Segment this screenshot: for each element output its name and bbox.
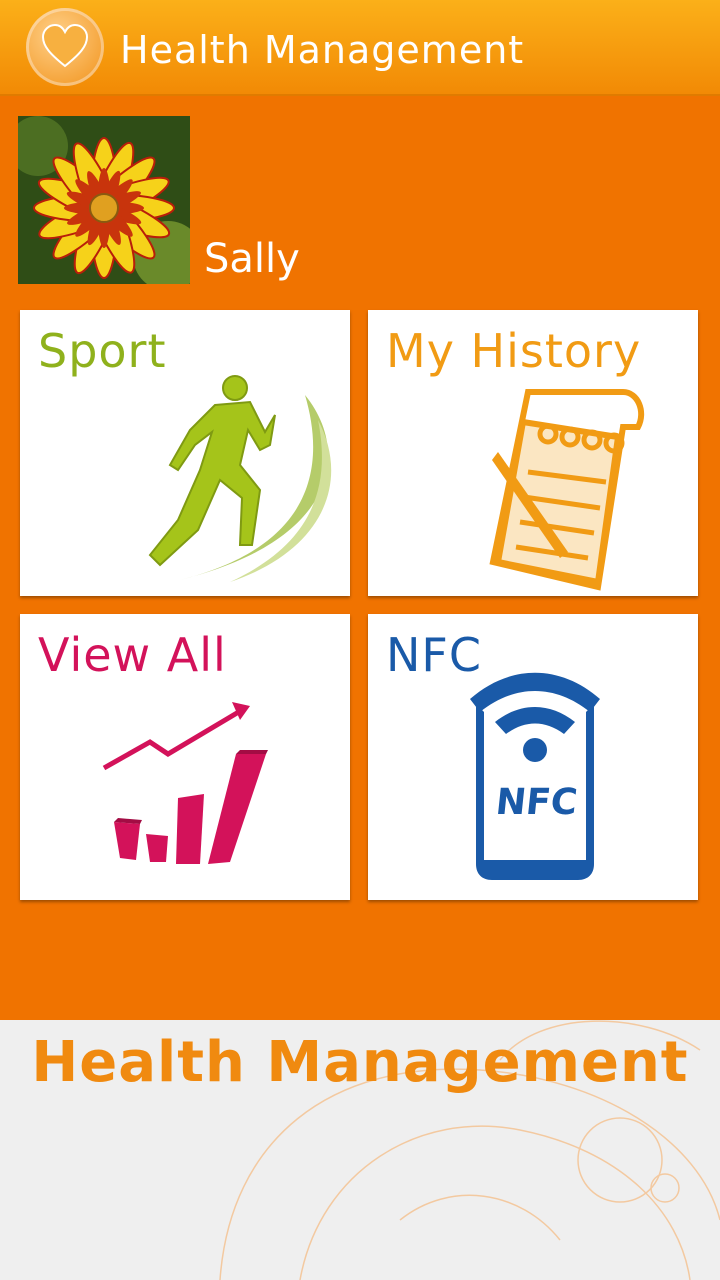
my-history-label: My History: [386, 324, 642, 378]
avatar[interactable]: [18, 116, 190, 284]
main-panel: Sally Sport My History View All NFC NFC: [0, 96, 720, 1020]
app-title: Health Management: [120, 28, 525, 72]
sport-tile[interactable]: Sport: [20, 310, 350, 596]
user-name: Sally: [204, 236, 300, 282]
bar-chart-icon: [102, 702, 268, 864]
runner-icon: [148, 375, 332, 582]
footer-banner: Health Management: [0, 1020, 720, 1280]
my-history-tile[interactable]: My History: [368, 310, 698, 596]
notepad-icon: [489, 389, 645, 591]
heart-icon[interactable]: [26, 8, 104, 86]
nfc-badge-text: NFC: [493, 782, 580, 823]
nfc-phone-icon: [470, 672, 600, 880]
footer-title: Health Management: [31, 1030, 689, 1095]
view-all-tile[interactable]: View All: [20, 614, 350, 900]
nfc-tile[interactable]: NFC NFC: [368, 614, 698, 900]
app-bar: Health Management: [0, 0, 720, 96]
view-all-label: View All: [38, 628, 227, 682]
